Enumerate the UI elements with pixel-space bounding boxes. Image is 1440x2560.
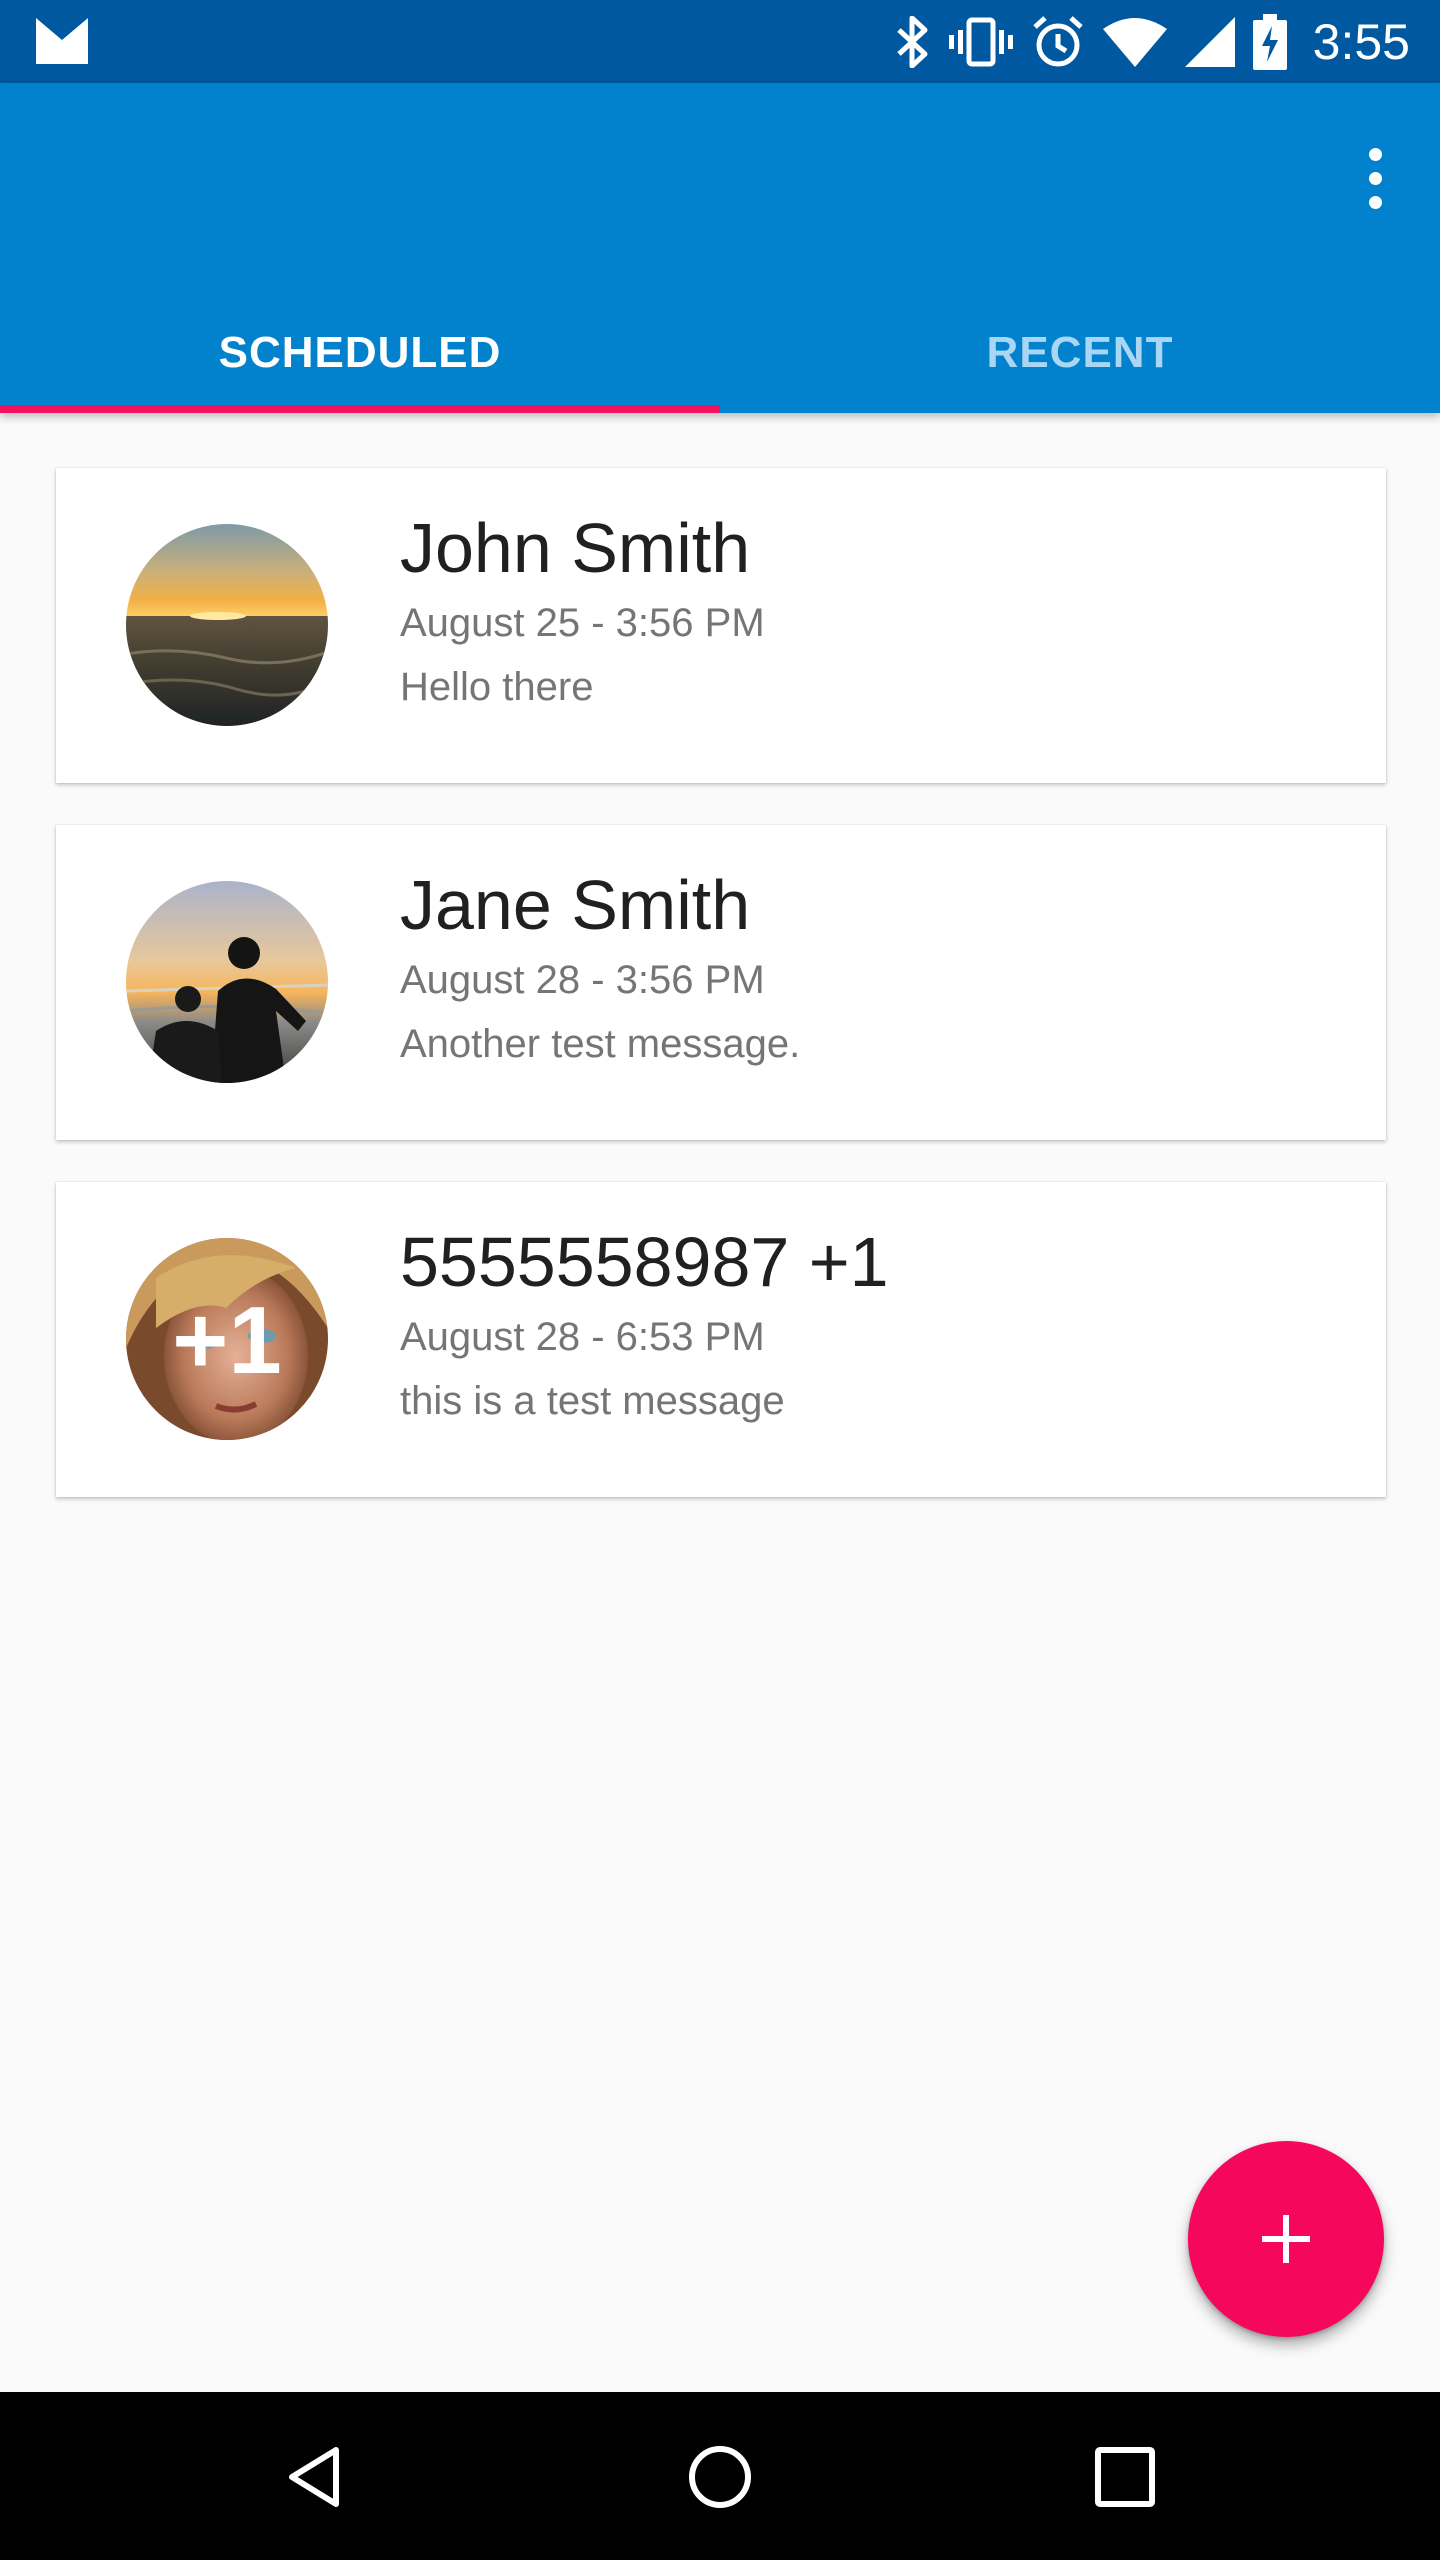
wifi-icon (1102, 17, 1167, 67)
tab-scheduled[interactable]: SCHEDULED (0, 293, 720, 413)
message-card-text: Jane Smith August 28 - 3:56 PM Another t… (400, 863, 800, 1077)
status-icons: 3:55 (895, 0, 1410, 83)
home-icon (689, 2446, 751, 2508)
sunset-photo (126, 524, 328, 726)
battery-charging-icon (1252, 13, 1287, 70)
back-icon (289, 2447, 339, 2507)
scheduled-date: August 28 - 3:56 PM (400, 958, 765, 1002)
app-bar: SCHEDULED RECENT (0, 83, 1440, 413)
more-vert-icon[interactable] (1330, 133, 1420, 223)
status-clock: 3:55 (1312, 13, 1410, 70)
navigation-bar (0, 2392, 1440, 2560)
scheduled-date: August 25 - 3:56 PM (400, 601, 765, 645)
message-card[interactable]: Jane Smith August 28 - 3:56 PM Another t… (56, 825, 1386, 1140)
message-preview: Hello there (400, 665, 594, 709)
contact-name: 5555558987 +1 (400, 1223, 889, 1301)
tab-scheduled-label: SCHEDULED (218, 328, 502, 377)
tab-indicator (0, 405, 720, 413)
bluetooth-icon (896, 15, 928, 68)
message-card-text: John Smith August 25 - 3:56 PM Hello the… (400, 506, 765, 720)
recents-icon (1095, 2447, 1155, 2507)
avatar (126, 881, 328, 1083)
couple-at-beach-photo (126, 881, 328, 1083)
scheduled-date: August 28 - 6:53 PM (400, 1315, 765, 1359)
message-list: John Smith August 25 - 3:56 PM Hello the… (56, 468, 1386, 1539)
avatar: +1 (126, 1238, 328, 1440)
avatar (126, 524, 328, 726)
recents-button[interactable] (1080, 2432, 1170, 2522)
message-card-text: 5555558987 +1 August 28 - 6:53 PM this i… (400, 1220, 889, 1434)
add-icon (1262, 2215, 1310, 2263)
signal-icon (1184, 16, 1235, 67)
message-preview: this is a test message (400, 1379, 785, 1423)
alarm-icon (1032, 15, 1083, 66)
message-preview: Another test message. (400, 1022, 801, 1066)
message-card[interactable]: +1 5555558987 +1 August 28 - 6:53 PM thi… (56, 1182, 1386, 1497)
home-button[interactable] (675, 2432, 765, 2522)
tab-recent[interactable]: RECENT (720, 293, 1440, 413)
add-message-button[interactable] (1188, 2141, 1384, 2337)
contact-name: John Smith (400, 509, 751, 587)
tab-bar: SCHEDULED RECENT (0, 293, 1440, 413)
back-button[interactable] (270, 2432, 360, 2522)
message-card[interactable]: John Smith August 25 - 3:56 PM Hello the… (56, 468, 1386, 783)
gmail-icon (36, 18, 88, 64)
avatar-badge: +1 (172, 1287, 282, 1394)
tab-recent-label: RECENT (986, 328, 1174, 377)
contact-name: Jane Smith (400, 866, 751, 944)
status-bar: 3:55 (0, 0, 1440, 83)
vibrate-icon (948, 17, 1013, 66)
